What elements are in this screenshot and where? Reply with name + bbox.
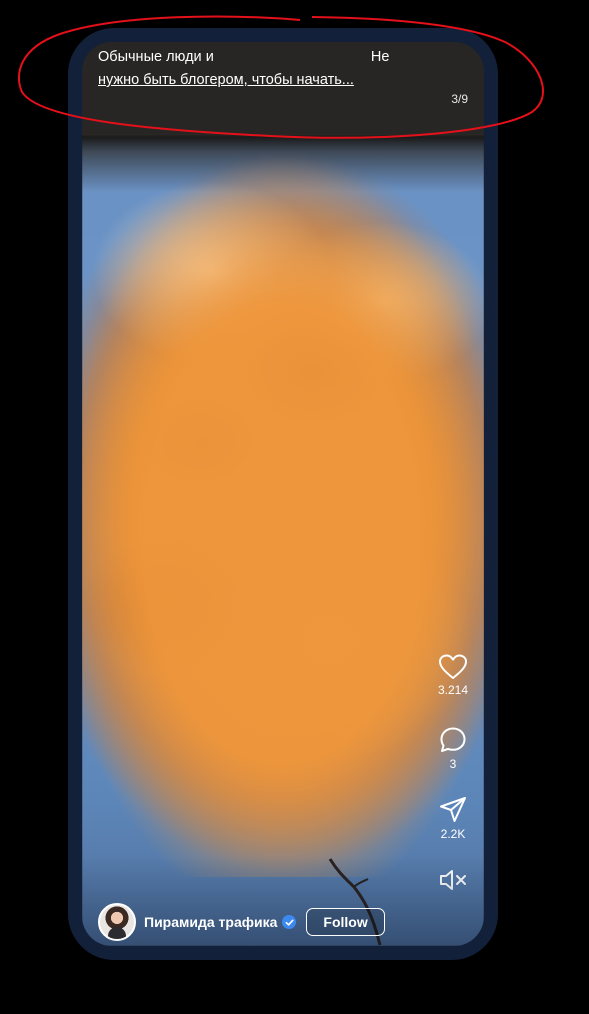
share-count: 2.2K — [440, 827, 466, 841]
like-count: 3.214 — [437, 683, 469, 697]
slide-counter: 3/9 — [451, 92, 468, 106]
author-name[interactable]: Пирамида трафика — [144, 914, 277, 930]
follow-button[interactable]: Follow — [306, 908, 385, 936]
share-button[interactable]: 2.2K — [428, 796, 478, 841]
comment-icon — [440, 727, 466, 752]
video-flame — [82, 157, 484, 877]
reel-screen[interactable]: Обычные люди и Не нужно быть блогером, ч… — [82, 42, 484, 946]
avatar[interactable] — [98, 903, 136, 941]
like-button[interactable]: 3.214 — [428, 654, 478, 697]
comment-button[interactable]: 3 — [428, 726, 478, 771]
caption-line-2: нужно быть блогером, чтобы начать... — [98, 72, 354, 88]
author-row: Пирамида трафика Follow — [98, 903, 385, 941]
verified-badge-icon — [282, 915, 297, 929]
post-caption[interactable]: Обычные люди и Не нужно быть блогером, ч… — [98, 46, 468, 92]
heart-icon — [439, 654, 467, 679]
send-icon — [440, 797, 466, 822]
comment-count: 3 — [449, 757, 457, 771]
caption-line-1: Обычные люди и Не — [98, 49, 390, 65]
